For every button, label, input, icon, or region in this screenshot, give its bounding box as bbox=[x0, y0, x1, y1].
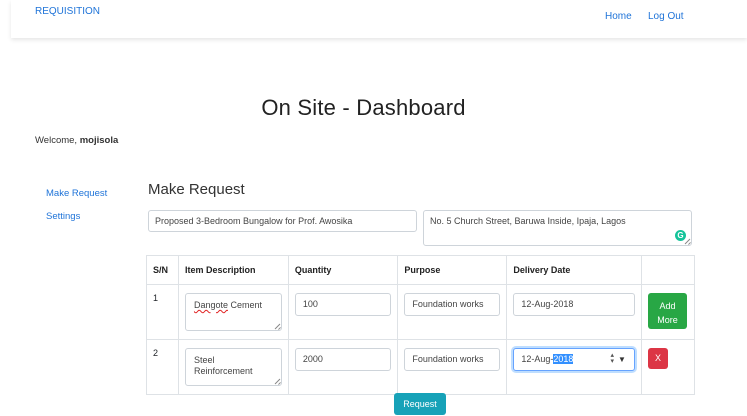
row-number: 2 bbox=[146, 339, 179, 395]
column-header-purpose: Purpose bbox=[397, 255, 508, 285]
quantity-input[interactable]: 100 bbox=[294, 293, 392, 316]
table-row: 2 Steel Reinforcement 2000 Foundation wo… bbox=[146, 339, 696, 395]
resize-handle-icon[interactable] bbox=[684, 238, 690, 244]
address-value: No. 5 Church Street, Baruwa Inside, Ipaj… bbox=[430, 216, 626, 226]
nav-home-link[interactable]: Home bbox=[605, 11, 632, 22]
welcome-message: Welcome, mojisola bbox=[35, 135, 118, 146]
column-header-quantity: Quantity bbox=[287, 255, 399, 285]
sidebar-item-settings[interactable]: Settings bbox=[46, 211, 80, 222]
quantity-cell: 100 bbox=[287, 284, 399, 340]
add-more-button[interactable]: Add More bbox=[647, 293, 687, 329]
item-description-textarea[interactable]: Dangote Cement bbox=[184, 293, 282, 331]
resize-handle-icon[interactable] bbox=[274, 378, 280, 384]
item-description-textarea[interactable]: Steel Reinforcement bbox=[184, 348, 282, 386]
column-header-item: Item Description bbox=[177, 255, 289, 285]
purpose-cell: Foundation works bbox=[397, 339, 508, 395]
date-selected-year: 2018 bbox=[553, 354, 574, 364]
item-word-1: Dangote bbox=[193, 300, 228, 310]
column-header-sn: S/N bbox=[146, 255, 179, 285]
username: mojisola bbox=[79, 135, 119, 146]
remove-row-button[interactable]: X bbox=[647, 348, 668, 369]
action-cell: Add More bbox=[640, 284, 696, 340]
address-textarea[interactable]: No. 5 Church Street, Baruwa Inside, Ipaj… bbox=[423, 210, 692, 246]
table-row: 1 Dangote Cement 100 Foundation works 12… bbox=[146, 284, 696, 340]
spinner-icon[interactable]: ▴ ▾ bbox=[610, 352, 614, 365]
quantity-cell: 2000 bbox=[287, 339, 399, 395]
delivery-date-input[interactable]: 12-Aug-2018 ▴ ▾ ▼ bbox=[513, 348, 635, 371]
row-number: 1 bbox=[146, 284, 179, 340]
column-header-delivery-date: Delivery Date bbox=[506, 255, 642, 285]
delivery-date-input[interactable]: 12-Aug-2018 bbox=[513, 293, 635, 316]
dropdown-arrow-icon[interactable]: ▼ bbox=[618, 354, 626, 365]
delivery-date-cell: 12-Aug-2018 ▴ ▾ ▼ bbox=[506, 339, 642, 395]
delivery-date-cell: 12-Aug-2018 bbox=[506, 284, 642, 340]
project-name-value: Proposed 3-Bedroom Bungalow for Prof. Aw… bbox=[155, 216, 353, 226]
top-navbar: REQUISITION Home Log Out bbox=[11, 0, 747, 38]
action-cell: X bbox=[640, 339, 696, 395]
item-description-cell: Steel Reinforcement bbox=[177, 339, 289, 395]
request-button[interactable]: Request bbox=[394, 393, 446, 415]
item-word-2: Cement bbox=[230, 300, 263, 310]
resize-handle-icon[interactable] bbox=[274, 323, 280, 329]
table-header-row: S/N Item Description Quantity Purpose De… bbox=[146, 255, 696, 285]
sidebar-item-make-request[interactable]: Make Request bbox=[46, 188, 107, 199]
purpose-input[interactable]: Foundation works bbox=[404, 348, 501, 371]
quantity-input[interactable]: 2000 bbox=[294, 348, 392, 371]
item-description-value: Steel Reinforcement bbox=[193, 355, 253, 376]
welcome-prefix: Welcome, bbox=[35, 135, 80, 146]
section-title: Make Request bbox=[148, 181, 245, 198]
item-description-cell: Dangote Cement bbox=[177, 284, 289, 340]
column-header-actions bbox=[640, 255, 696, 285]
page-title: On Site - Dashboard bbox=[261, 95, 466, 120]
brand-link[interactable]: REQUISITION bbox=[35, 6, 100, 17]
date-prefix: 12-Aug- bbox=[521, 354, 554, 364]
project-name-input[interactable]: Proposed 3-Bedroom Bungalow for Prof. Aw… bbox=[148, 210, 417, 232]
purpose-input[interactable]: Foundation works bbox=[404, 293, 501, 316]
nav-logout-link[interactable]: Log Out bbox=[648, 11, 684, 22]
purpose-cell: Foundation works bbox=[397, 284, 508, 340]
request-items-table: S/N Item Description Quantity Purpose De… bbox=[146, 255, 696, 395]
